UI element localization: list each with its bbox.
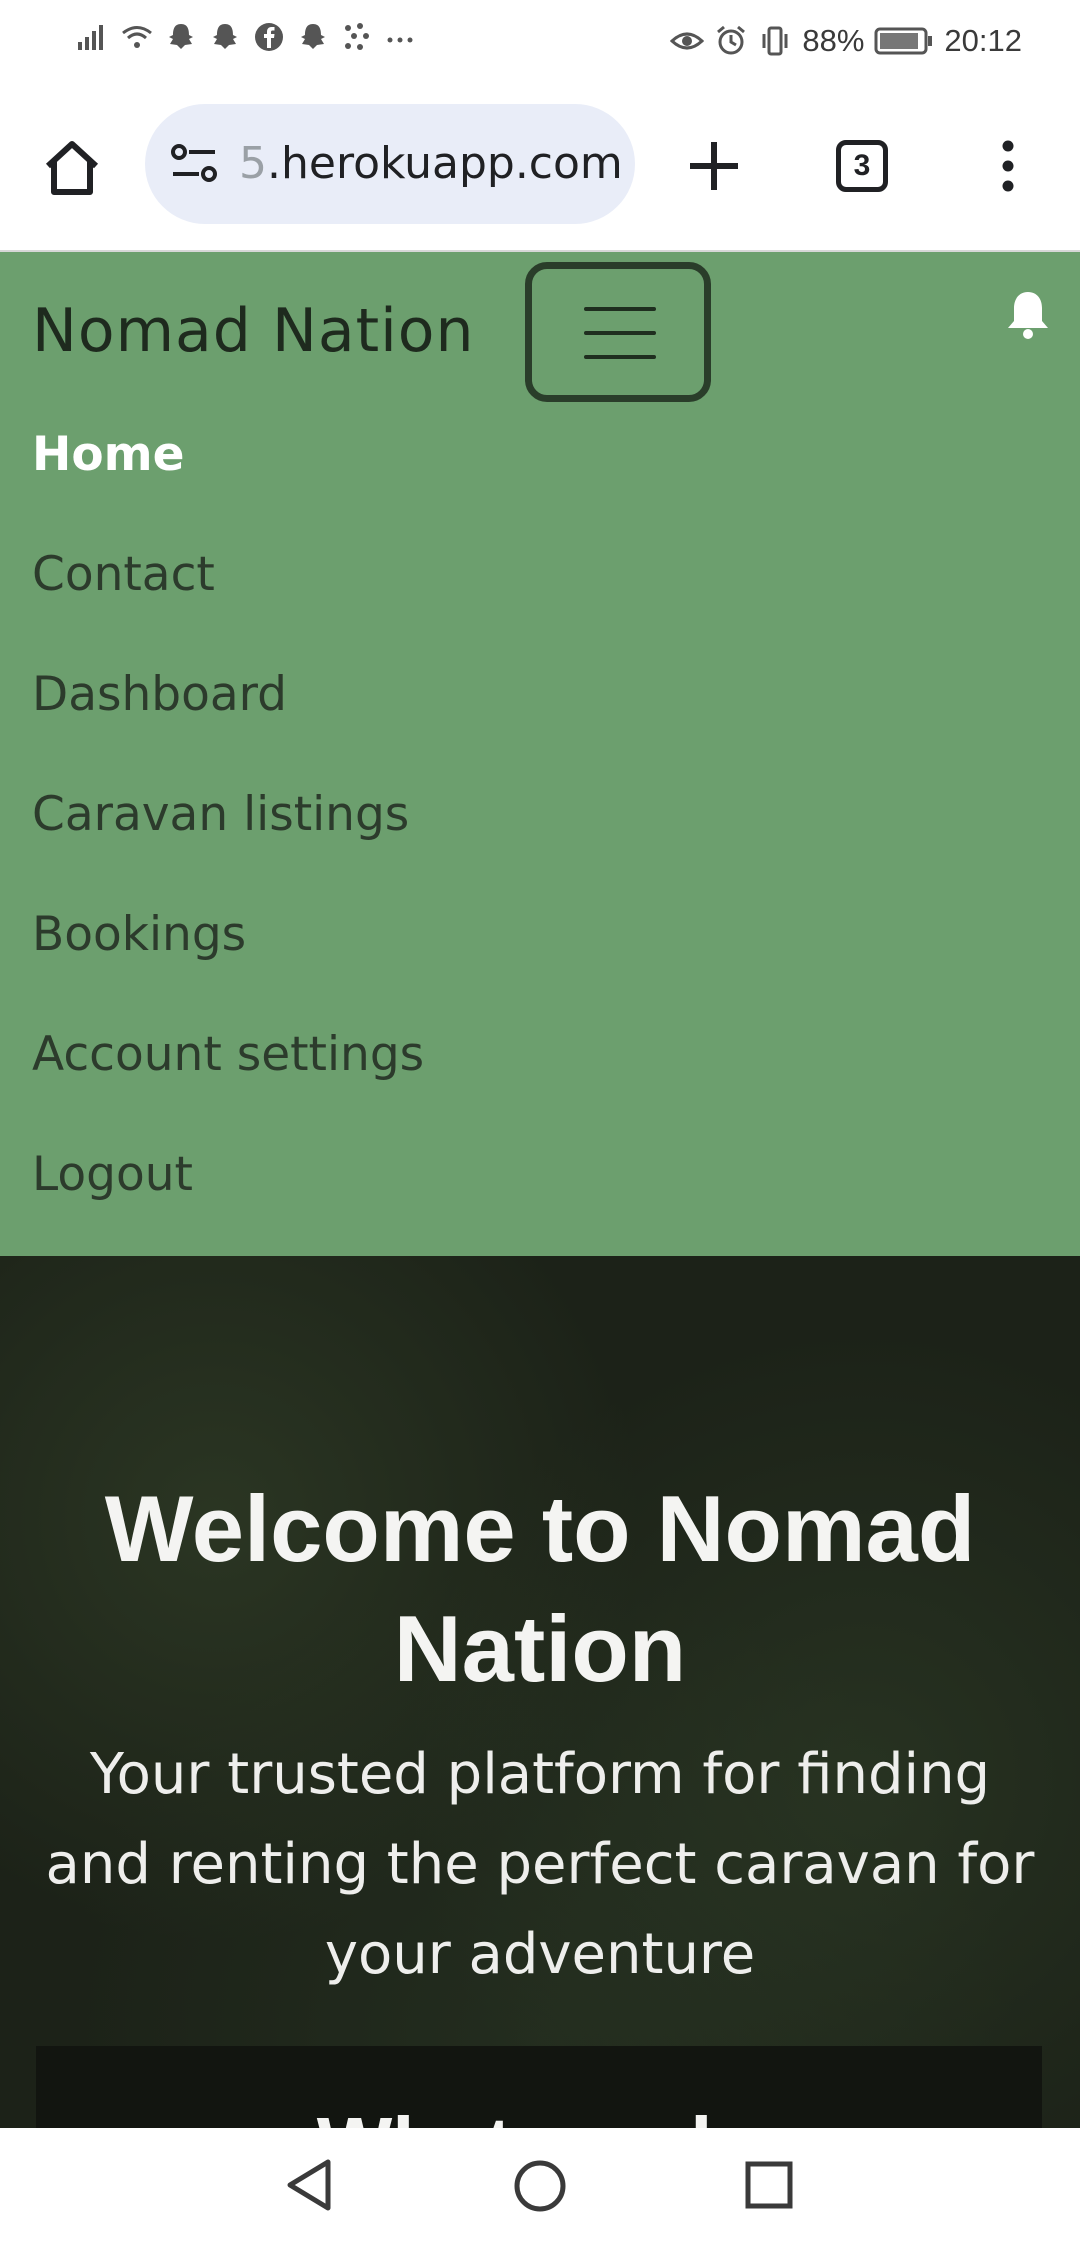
nav-item-caravan-listings[interactable]: Caravan listings: [32, 782, 424, 902]
nav-item-account-settings[interactable]: Account settings: [32, 1022, 424, 1142]
url-text[interactable]: 5.herokuapp.com: [239, 104, 623, 224]
what-we-do-card: What we do: [36, 2046, 1042, 2128]
recents-icon[interactable]: [744, 2160, 794, 2210]
nav-item-home[interactable]: Home: [32, 422, 424, 542]
what-we-do-heading: What we do: [36, 2100, 1042, 2128]
kebab-menu-icon[interactable]: [990, 136, 1026, 196]
browser-toolbar: 5.herokuapp.com 3: [0, 84, 1080, 252]
hero-title: Welcome to Nomad Nation: [104, 1475, 976, 1701]
new-tab-icon[interactable]: [684, 136, 744, 196]
nav-item-logout[interactable]: Logout: [32, 1142, 424, 1262]
battery-percent: 88%: [802, 23, 865, 58]
snapchat-icon: [213, 24, 237, 49]
snapchat-icon: [169, 24, 193, 49]
url-prefix: 5: [239, 138, 267, 189]
system-navigation-bar: [0, 2128, 1080, 2244]
address-bar[interactable]: 5.herokuapp.com: [145, 104, 635, 224]
eye-icon: [670, 32, 705, 50]
vibrate-icon: [762, 26, 788, 56]
home-circle-icon[interactable]: [512, 2158, 568, 2214]
hero-subtitle: Your trusted platform for finding and re…: [45, 1742, 1035, 1987]
more-notifications-icon: [387, 37, 413, 43]
site-settings-icon[interactable]: [169, 140, 221, 188]
facebook-icon: [255, 23, 283, 51]
snapchat-icon: [301, 24, 325, 49]
tab-switcher-button[interactable]: 3: [836, 140, 888, 192]
hamburger-icon: [584, 307, 656, 379]
url-domain: .herokuapp.com: [267, 138, 623, 189]
site-navbar: Nomad Nation Home Contact Dashboard Cara…: [0, 252, 1080, 1256]
nav-item-bookings[interactable]: Bookings: [32, 902, 424, 1022]
dots-grid-icon: [345, 23, 369, 50]
nav-item-dashboard[interactable]: Dashboard: [32, 662, 424, 782]
hero-section: Welcome to Nomad Nation Your trusted pla…: [0, 1256, 1080, 2128]
brand-logo[interactable]: Nomad Nation: [32, 296, 475, 366]
back-icon[interactable]: [282, 2156, 338, 2214]
status-bar: 88% 20:12: [0, 0, 1080, 84]
clock: 20:12: [944, 23, 1022, 58]
wifi-icon: [122, 26, 152, 48]
notification-icons: [76, 20, 418, 54]
navbar-toggler-button[interactable]: [525, 262, 711, 402]
battery-icon: [874, 27, 933, 55]
nav-menu: Home Contact Dashboard Caravan listings …: [32, 422, 424, 1262]
nav-item-contact[interactable]: Contact: [32, 542, 424, 662]
bell-icon[interactable]: [1004, 288, 1052, 340]
system-icons: 88% 20:12: [670, 20, 1022, 62]
signal-icon: [78, 25, 103, 50]
alarm-icon: [717, 25, 746, 55]
home-icon[interactable]: [40, 136, 104, 200]
